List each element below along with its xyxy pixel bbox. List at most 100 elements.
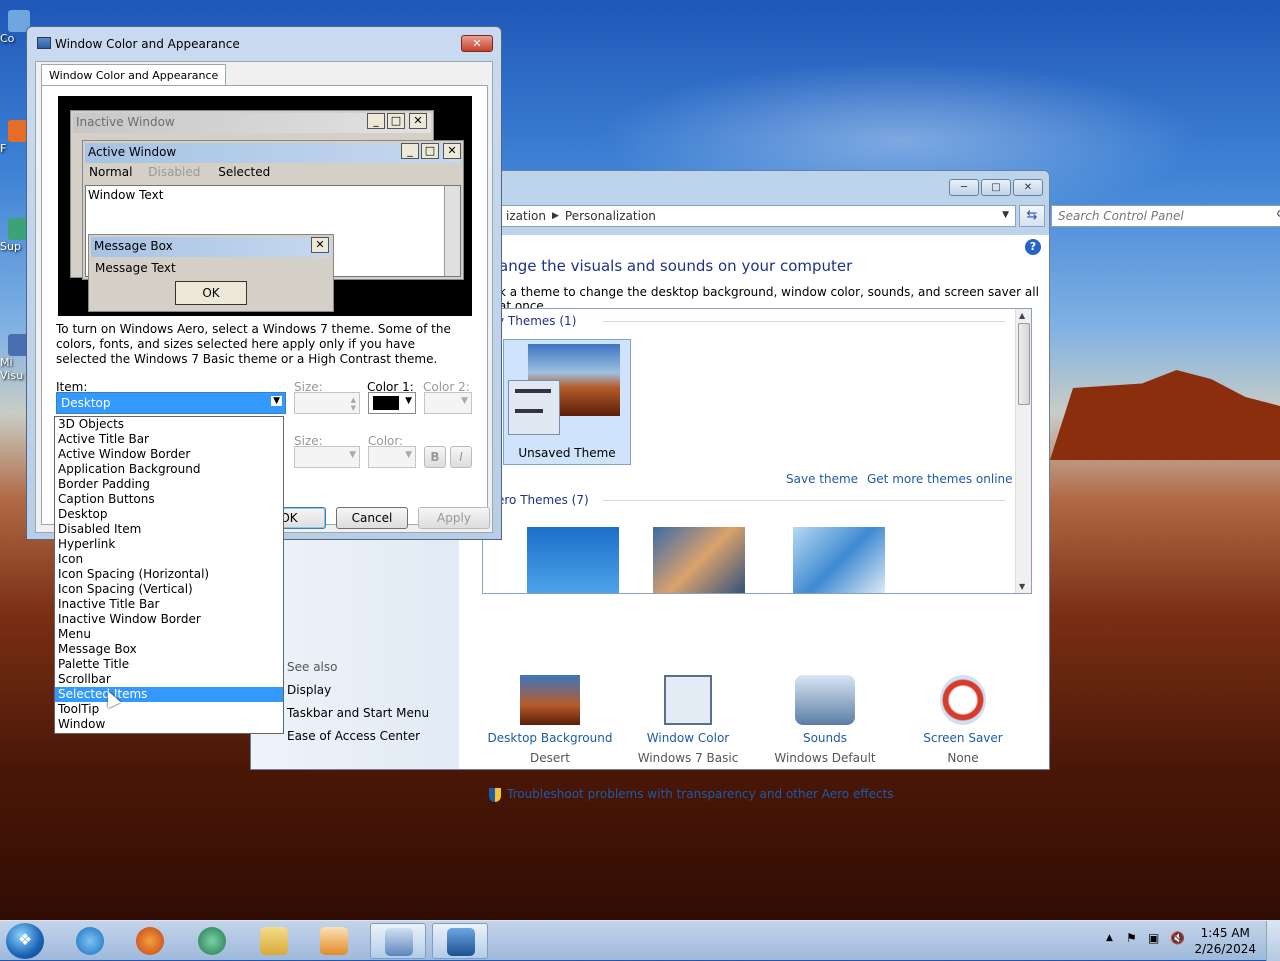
chevron-down-icon[interactable]: ▼: [405, 396, 412, 406]
see-also-display[interactable]: Display: [287, 683, 331, 697]
item-option[interactable]: Application Background: [55, 462, 283, 477]
divider: [603, 500, 1005, 501]
item-dropdown-list[interactable]: 3D Objects Active Title Bar Active Window …: [54, 416, 284, 734]
item-option[interactable]: Active Window Border: [55, 447, 283, 462]
sounds-icon: [795, 675, 855, 725]
apply-button[interactable]: Apply: [418, 507, 490, 529]
window-color-option[interactable]: Window Color Windows 7 Basic: [623, 675, 753, 765]
taskbar-control-panel[interactable]: [370, 923, 426, 959]
chevron-down-icon[interactable]: ▼: [271, 396, 282, 406]
network-icon[interactable]: ▣: [1148, 931, 1159, 945]
item-option[interactable]: Caption Buttons: [55, 492, 283, 507]
unsaved-theme[interactable]: Unsaved Theme: [503, 339, 631, 465]
preview-scrollbar: [444, 186, 460, 276]
item-option[interactable]: Selected Items: [55, 687, 283, 702]
spinner-icon[interactable]: ▲ ▼: [351, 396, 356, 412]
taskbar-media-player[interactable]: [306, 923, 362, 959]
item-option[interactable]: Window: [55, 717, 283, 732]
item-option[interactable]: 3D Objects: [55, 417, 283, 432]
item-option[interactable]: ToolTip: [55, 702, 283, 717]
theme-windows-7[interactable]: [527, 527, 619, 593]
item-option[interactable]: Disabled Item: [55, 522, 283, 537]
taskbar-app[interactable]: [184, 923, 240, 959]
aero-info-text: To turn on Windows Aero, select a Window…: [56, 322, 451, 366]
item-option[interactable]: Inactive Window Border: [55, 612, 283, 627]
maximize-button[interactable]: □: [981, 179, 1011, 196]
theme-architecture[interactable]: [653, 527, 745, 593]
item-select[interactable]: Desktop ▼: [56, 392, 286, 414]
close-button[interactable]: ✕: [1013, 179, 1043, 196]
address-bar[interactable]: ization ▶ Personalization ▼: [501, 205, 1016, 227]
taskbar-firefox[interactable]: [122, 923, 178, 959]
cancel-button[interactable]: Cancel: [336, 507, 408, 529]
help-icon[interactable]: ?: [1025, 239, 1041, 255]
bold-button[interactable]: B: [424, 446, 446, 468]
item-option[interactable]: Scrollbar: [55, 672, 283, 687]
item-option[interactable]: Inactive Title Bar: [55, 597, 283, 612]
show-hidden-icons[interactable]: ▲: [1106, 933, 1113, 943]
show-desktop-button[interactable]: [1266, 921, 1280, 961]
item-option[interactable]: Desktop: [55, 507, 283, 522]
preview-ok-button: OK: [175, 281, 247, 305]
font-color-picker[interactable]: ▼: [368, 446, 416, 468]
flag-icon[interactable]: ⚑: [1126, 931, 1137, 945]
minimize-button[interactable]: ─: [949, 179, 979, 196]
unsaved-theme-label: Unsaved Theme: [518, 446, 616, 460]
chevron-down-icon[interactable]: ▼: [1002, 210, 1009, 220]
item-option[interactable]: Icon Spacing (Horizontal): [55, 567, 283, 582]
volume-muted-icon[interactable]: 🔇: [1170, 931, 1185, 945]
scroll-up-icon[interactable]: ▲: [1019, 311, 1025, 320]
chevron-down-icon[interactable]: ▼: [405, 450, 412, 460]
italic-button[interactable]: I: [450, 446, 472, 468]
see-also-taskbar[interactable]: Taskbar and Start Menu: [287, 706, 429, 720]
font-size-select[interactable]: ▼: [294, 446, 360, 468]
preview-menu: Normal Disabled Selected: [89, 165, 271, 179]
item-option[interactable]: Menu: [55, 627, 283, 642]
dialog-close-button[interactable]: ✕: [461, 35, 493, 52]
close-icon: ✕: [409, 113, 427, 129]
size-spinner[interactable]: ▲ ▼: [294, 392, 360, 414]
breadcrumb-personalization[interactable]: Personalization: [565, 209, 656, 223]
tab-window-color[interactable]: Window Color and Appearance: [41, 64, 227, 86]
theme-characters[interactable]: [793, 527, 885, 593]
save-theme-link[interactable]: Save theme: [786, 472, 858, 486]
appearance-preview[interactable]: Inactive Window _ □ ✕ Active Window _ □ …: [58, 96, 472, 316]
troubleshoot-link[interactable]: Troubleshoot problems with transparency …: [489, 787, 894, 802]
scroll-down-icon[interactable]: ▼: [1019, 582, 1025, 591]
start-button[interactable]: ❖: [6, 923, 44, 959]
aero-themes-label: ero Themes (7): [497, 493, 589, 507]
sounds-option[interactable]: Sounds Windows Default: [760, 675, 890, 765]
search-icon: ⚲: [1276, 208, 1280, 222]
item-option[interactable]: Icon: [55, 552, 283, 567]
preview-message-box: Message Box ✕ Message Text OK: [88, 234, 334, 312]
item-option[interactable]: Active Title Bar: [55, 432, 283, 447]
search-input[interactable]: Search Control Panel⚲: [1051, 205, 1280, 227]
desktop-background-option[interactable]: Desktop Background Desert: [485, 675, 615, 765]
taskbar-window-color[interactable]: [432, 923, 488, 959]
taskbar-explorer[interactable]: [246, 923, 302, 959]
item-option[interactable]: Message Box: [55, 642, 283, 657]
item-option[interactable]: Icon Spacing (Vertical): [55, 582, 283, 597]
item-option[interactable]: Hyperlink: [55, 537, 283, 552]
color1-picker[interactable]: ▼: [368, 392, 416, 414]
chevron-down-icon[interactable]: ▼: [349, 450, 356, 460]
color2-picker[interactable]: ▼: [424, 392, 472, 414]
clock[interactable]: 1:45 AM 2/26/2024: [1194, 925, 1256, 957]
color1-swatch: [373, 396, 399, 410]
desktop-background-icon: [520, 675, 580, 725]
theme-list-scrollbar[interactable]: ▲ ▼: [1015, 309, 1031, 593]
breadcrumb-part[interactable]: ization: [506, 209, 546, 223]
mesa-rock: [1050, 370, 1280, 460]
taskbar-internet-explorer[interactable]: [62, 923, 118, 959]
scroll-thumb[interactable]: [1018, 323, 1030, 405]
see-also-ease-of-access[interactable]: Ease of Access Center: [287, 729, 420, 743]
refresh-button[interactable]: ⇆: [1019, 205, 1045, 227]
window-controls: ─ □ ✕: [949, 179, 1043, 196]
item-option[interactable]: Palette Title: [55, 657, 283, 672]
chevron-down-icon[interactable]: ▼: [461, 396, 468, 406]
item-option[interactable]: Border Padding: [55, 477, 283, 492]
get-more-themes-link[interactable]: Get more themes online: [867, 472, 1013, 486]
preview-msgbox-title: Message Box: [91, 237, 331, 257]
window-color-icon: [664, 675, 712, 725]
screen-saver-option[interactable]: Screen Saver None: [898, 675, 1028, 765]
